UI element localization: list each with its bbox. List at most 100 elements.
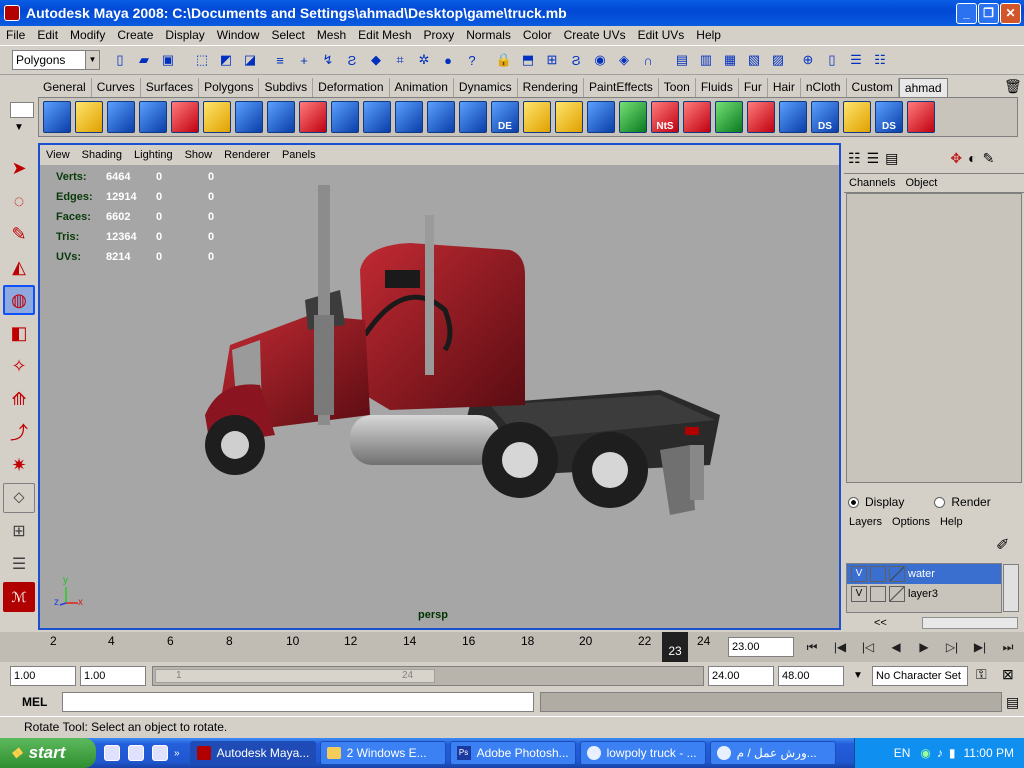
create-layer-icon[interactable]: ✐: [996, 535, 1009, 555]
render-view-icon[interactable]: ▥: [696, 50, 716, 70]
selection-mask-icon[interactable]: ≡: [270, 50, 290, 70]
chevron-down-icon[interactable]: ▼: [848, 666, 868, 686]
scroll-left-label[interactable]: <<: [874, 617, 887, 629]
menu-window[interactable]: Window: [211, 28, 266, 42]
shelf-globe-icon[interactable]: [715, 101, 743, 133]
menu-edit-mesh[interactable]: Edit Mesh: [352, 28, 417, 42]
shelf-grid-icon[interactable]: [235, 101, 263, 133]
tab-deformation[interactable]: Deformation: [313, 78, 390, 97]
play-backwards-icon[interactable]: ◀: [884, 636, 908, 658]
perspective-viewport[interactable]: View Shading Lighting Show Renderer Pane…: [38, 143, 841, 630]
chevron-down-icon[interactable]: ▼: [85, 51, 99, 69]
layer-list-scrollbar[interactable]: [1003, 564, 1019, 612]
playback-end-field[interactable]: 24.00: [708, 666, 774, 686]
mel-command-input[interactable]: [62, 692, 534, 712]
display-radio[interactable]: [848, 496, 859, 508]
shelf-face-select-icon[interactable]: [555, 101, 583, 133]
quicklaunch-media-icon[interactable]: [128, 745, 144, 761]
menu-modify[interactable]: Modify: [64, 28, 111, 42]
shelf-plane-icon[interactable]: [267, 101, 295, 133]
single-perspective-layout-icon[interactable]: ⬦: [3, 483, 35, 513]
shelf-select-icon[interactable]: [171, 101, 199, 133]
auto-key-icon[interactable]: ⚿: [976, 666, 987, 683]
task-browser[interactable]: lowpoly truck - ...: [579, 741, 706, 765]
tab-curves[interactable]: Curves: [92, 78, 141, 97]
viewport-menu-shading[interactable]: Shading: [76, 149, 128, 161]
layer-editor-mode-icon[interactable]: ☰: [867, 150, 880, 167]
start-button[interactable]: ❖ start: [0, 738, 96, 768]
make-live-icon[interactable]: ∩: [638, 50, 658, 70]
select-dynamics-icon[interactable]: ✲: [414, 50, 434, 70]
signal-icon[interactable]: ▮: [949, 746, 956, 760]
quicklaunch-maya-icon[interactable]: [104, 745, 120, 761]
select-surfaces-icon[interactable]: ◆: [366, 50, 386, 70]
layer-type-toggle[interactable]: [870, 566, 886, 582]
history-icon[interactable]: ▤: [672, 50, 692, 70]
menu-edit-uvs[interactable]: Edit UVs: [632, 28, 691, 42]
shelf-edgeloop-icon[interactable]: [203, 101, 231, 133]
shelf-move-icon[interactable]: [299, 101, 327, 133]
shelf-ds2-icon[interactable]: DS: [875, 101, 903, 133]
show-manipulator-icon[interactable]: ⤴: [3, 417, 35, 447]
maximize-button[interactable]: ❐: [978, 3, 999, 24]
layer-menu-options[interactable]: Options: [887, 516, 935, 528]
render-radio[interactable]: [934, 496, 946, 508]
layer-visibility-toggle[interactable]: V: [851, 566, 867, 582]
layer-color-swatch[interactable]: [889, 586, 905, 602]
volume-icon[interactable]: ♪: [937, 746, 943, 760]
layer-visibility-toggle[interactable]: V: [851, 586, 867, 602]
lock-selection-icon[interactable]: 🔒: [494, 50, 514, 70]
layer-menu-help[interactable]: Help: [935, 516, 968, 528]
select-misc-icon[interactable]: ?: [462, 50, 482, 70]
go-to-start-icon[interactable]: ⏮: [800, 636, 824, 658]
shelf-uv-icon[interactable]: [587, 101, 615, 133]
menu-set-dropdown[interactable]: Polygons ▼: [12, 50, 100, 70]
tab-channels[interactable]: Channels: [844, 177, 900, 189]
viewport-menu-show[interactable]: Show: [179, 149, 219, 161]
soft-modification-icon[interactable]: ⟰: [3, 384, 35, 414]
menu-file[interactable]: File: [0, 28, 31, 42]
tab-fur[interactable]: Fur: [739, 78, 768, 97]
current-frame-marker[interactable]: 23: [662, 632, 688, 662]
manipulator-icon[interactable]: ✥: [950, 150, 962, 167]
sphere-shading-icon[interactable]: ◐: [968, 150, 976, 166]
lasso-tool-icon[interactable]: ◌: [3, 186, 35, 216]
tab-polygons[interactable]: Polygons: [199, 78, 260, 97]
layer-type-toggle[interactable]: [870, 586, 886, 602]
range-slider[interactable]: 1 24: [152, 666, 704, 686]
snap-grid-icon[interactable]: ⊞: [542, 50, 562, 70]
outliner-layout-icon[interactable]: ☰: [3, 549, 35, 579]
select-handles-icon[interactable]: +: [294, 50, 314, 70]
menu-help[interactable]: Help: [690, 28, 727, 42]
animation-preferences-icon[interactable]: ⊠: [1002, 666, 1014, 683]
shelf-uv-grid-icon[interactable]: [843, 101, 871, 133]
shelf-transform-icon[interactable]: [395, 101, 423, 133]
menu-mesh[interactable]: Mesh: [311, 28, 352, 42]
layer-color-swatch[interactable]: [889, 566, 905, 582]
menu-normals[interactable]: Normals: [460, 28, 517, 42]
select-rendering-icon[interactable]: ●: [438, 50, 458, 70]
snap-curve-icon[interactable]: Ϩ: [566, 50, 586, 70]
shelf-smooth-icon[interactable]: [779, 101, 807, 133]
minimize-button[interactable]: _: [956, 3, 977, 24]
render-frame-icon[interactable]: ▦: [720, 50, 740, 70]
channel-box-mode-icon[interactable]: ☷: [848, 150, 861, 167]
task-explorer[interactable]: 2 Windows E...: [319, 741, 446, 765]
four-view-layout-icon[interactable]: ⊞: [3, 516, 35, 546]
task-photoshop[interactable]: Ps Adobe Photosh...: [449, 741, 576, 765]
new-scene-icon[interactable]: ▯: [110, 50, 130, 70]
shelf-menu-icon[interactable]: ▼: [14, 122, 24, 133]
tab-general[interactable]: General: [38, 78, 92, 97]
open-scene-icon[interactable]: ▰: [134, 50, 154, 70]
start-time-field[interactable]: 1.00: [10, 666, 76, 686]
save-scene-icon[interactable]: ▣: [158, 50, 178, 70]
shelf-nts-icon[interactable]: NtS: [651, 101, 679, 133]
viewport-menu-lighting[interactable]: Lighting: [128, 149, 179, 161]
rotate-tool-icon[interactable]: ◍: [3, 285, 35, 315]
shelf-merge-icon[interactable]: [331, 101, 359, 133]
menu-create[interactable]: Create: [111, 28, 159, 42]
menu-color[interactable]: Color: [517, 28, 558, 42]
layer-editor-hscroll[interactable]: [922, 617, 1018, 629]
show-hide-tool-settings-icon[interactable]: ☰: [846, 50, 866, 70]
shelf-cube-icon[interactable]: [107, 101, 135, 133]
